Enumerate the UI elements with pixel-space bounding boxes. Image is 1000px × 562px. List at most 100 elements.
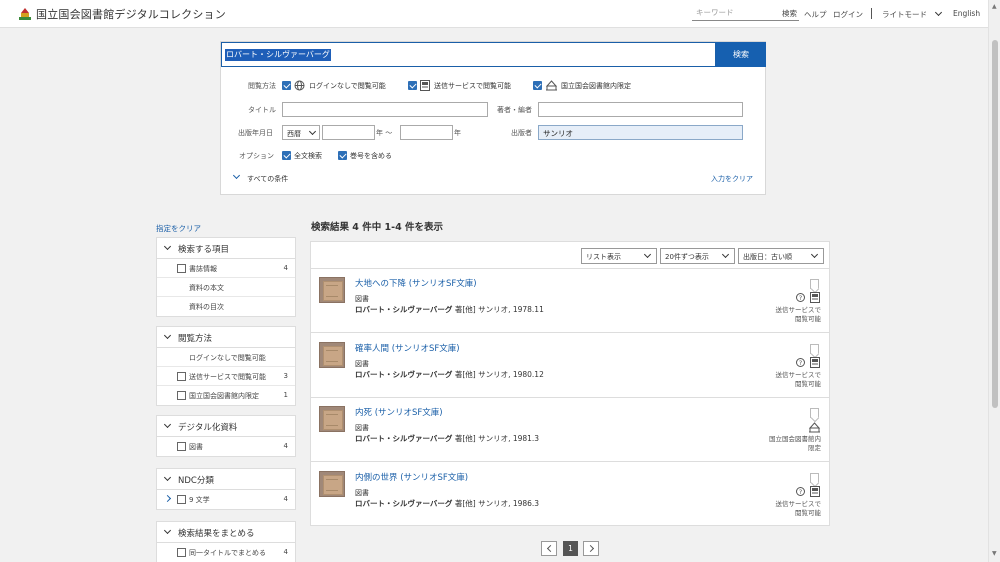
library-building-icon xyxy=(808,422,821,433)
result-thumbnail[interactable] xyxy=(319,277,345,303)
filter-checkbox[interactable] xyxy=(177,548,186,557)
filter-group-header[interactable]: NDC分類 xyxy=(157,469,295,490)
login-link[interactable]: ログイン xyxy=(833,9,863,20)
filter-row[interactable]: 資料の目次 xyxy=(157,297,295,316)
help-circle-icon[interactable]: ? xyxy=(796,358,805,367)
search-query-text: ロバート・シルヴァーバーグ xyxy=(225,49,331,61)
search-query-input[interactable]: ロバート・シルヴァーバーグ xyxy=(221,42,716,67)
availability-line: 送信サービスで xyxy=(775,500,822,508)
filter-label: 同一タイトルでまとめる xyxy=(189,549,266,557)
scroll-up-arrow-icon[interactable]: ▲ xyxy=(992,3,997,10)
prev-page-button[interactable] xyxy=(541,541,557,556)
filter-count: 4 xyxy=(283,442,288,450)
all-conditions-toggle[interactable]: すべての条件 xyxy=(247,174,288,184)
light-mode-toggle[interactable]: ライトモード xyxy=(882,9,927,20)
filter-checkbox[interactable] xyxy=(177,495,186,504)
result-title-link[interactable]: 内側の世界 (サンリオSF文庫) xyxy=(355,471,468,483)
page-scrollbar[interactable]: ▲ ▼ xyxy=(988,0,1000,562)
filter-count: 4 xyxy=(283,495,288,503)
per-page-select[interactable]: 20件ずつ表示 xyxy=(660,248,735,264)
filter-row[interactable]: ログインなしで閲覧可能 xyxy=(157,348,295,367)
chevron-down-icon xyxy=(721,250,730,259)
chevron-right-icon[interactable] xyxy=(163,494,172,503)
bookmark-icon[interactable] xyxy=(810,473,819,483)
filter-row[interactable]: 9 文学 4 xyxy=(157,490,295,509)
fulltext-checkbox[interactable] xyxy=(282,151,291,160)
access-login-free-checkbox[interactable] xyxy=(282,81,291,90)
filter-group-header[interactable]: 閲覧方法 xyxy=(157,327,295,348)
header-divider xyxy=(871,8,872,19)
help-circle-icon[interactable]: ? xyxy=(796,487,805,496)
filter-row[interactable]: 国立国会図書館内限定 1 xyxy=(157,386,295,405)
english-link[interactable]: English xyxy=(953,9,980,18)
site-logo[interactable]: 国立国会図書館デジタルコレクション xyxy=(18,6,226,22)
year-from-input[interactable] xyxy=(322,125,375,140)
clear-input-link[interactable]: 入力をクリア xyxy=(711,174,753,184)
result-title-link[interactable]: 確率人間 (サンリオSF文庫) xyxy=(355,342,460,354)
era-select-value: 西暦 xyxy=(287,130,301,138)
chevron-down-icon[interactable] xyxy=(232,171,241,180)
sort-value: 出版日：古い順 xyxy=(743,253,792,261)
chevron-down-icon[interactable] xyxy=(934,8,943,17)
bookmark-icon[interactable] xyxy=(810,408,819,418)
document-icon xyxy=(810,486,820,497)
fulltext-label: 全文検索 xyxy=(294,152,322,160)
filter-group-header[interactable]: デジタル化資料 xyxy=(157,416,295,437)
search-button[interactable]: 検索 xyxy=(716,42,766,67)
filter-row[interactable]: 資料の本文 xyxy=(157,278,295,297)
include-volumes-checkbox[interactable] xyxy=(338,151,347,160)
help-link[interactable]: ヘルプ xyxy=(804,9,827,20)
author-input[interactable] xyxy=(538,102,743,117)
publisher-input[interactable]: サンリオ xyxy=(538,125,743,140)
help-circle-icon[interactable]: ? xyxy=(796,293,805,302)
scrollbar-thumb[interactable] xyxy=(992,40,998,408)
filter-row[interactable]: 書誌情報 4 xyxy=(157,259,295,278)
result-thumbnail[interactable] xyxy=(319,406,345,432)
availability-text: 国立国会図書館内 限定 xyxy=(769,435,821,453)
header-search-input[interactable] xyxy=(692,6,772,17)
era-select[interactable]: 西暦 xyxy=(282,125,320,140)
availability-text: 送信サービスで 閲覧可能 xyxy=(776,306,822,324)
filter-checkbox[interactable] xyxy=(177,391,186,400)
result-type: 図書 xyxy=(355,295,369,303)
filter-label: 書誌情報 xyxy=(189,265,217,273)
access-library-only-checkbox[interactable] xyxy=(533,81,542,90)
result-type: 図書 xyxy=(355,424,369,432)
filter-row[interactable]: 図書 4 xyxy=(157,437,295,456)
filter-row[interactable]: 送信サービスで閲覧可能 3 xyxy=(157,367,295,386)
current-page[interactable]: 1 xyxy=(563,541,578,556)
view-mode-select[interactable]: リスト表示 xyxy=(581,248,657,264)
view-mode-value: リスト表示 xyxy=(586,253,621,261)
filter-group-header[interactable]: 検索結果をまとめる xyxy=(157,522,295,543)
title-input[interactable] xyxy=(282,102,488,117)
bookmark-icon[interactable] xyxy=(810,279,819,289)
filter-checkbox[interactable] xyxy=(177,442,186,451)
scroll-down-arrow-icon[interactable]: ▼ xyxy=(992,550,997,557)
filter-label: 9 文学 xyxy=(189,496,210,504)
filter-group-header[interactable]: 検索する項目 xyxy=(157,238,295,259)
availability-text: 送信サービスで 閲覧可能 xyxy=(776,371,822,389)
header-search-button[interactable]: 検索 xyxy=(782,8,797,19)
filter-group-ndc: NDC分類 9 文学 4 xyxy=(156,468,296,510)
year-to-input[interactable] xyxy=(400,125,453,140)
bookmark-icon[interactable] xyxy=(810,344,819,354)
filter-label: ログインなしで閲覧可能 xyxy=(189,354,266,362)
result-item: 大地への下降 (サンリオSF文庫) 図書 ロバート・シルヴァーバーグ 著[他] … xyxy=(311,269,829,333)
next-page-button[interactable] xyxy=(583,541,599,556)
filter-row[interactable]: 同一タイトルでまとめる 4 xyxy=(157,543,295,562)
result-title-link[interactable]: 内死 (サンリオSF文庫) xyxy=(355,406,443,418)
clear-filters-link[interactable]: 指定をクリア xyxy=(156,223,201,234)
result-thumbnail[interactable] xyxy=(319,342,345,368)
result-item: 確率人間 (サンリオSF文庫) 図書 ロバート・シルヴァーバーグ 著[他] サン… xyxy=(311,334,829,398)
filter-checkbox[interactable] xyxy=(177,372,186,381)
sort-select[interactable]: 出版日：古い順 xyxy=(738,248,824,264)
filter-checkbox[interactable] xyxy=(177,264,186,273)
result-title-link[interactable]: 大地への下降 (サンリオSF文庫) xyxy=(355,277,477,289)
result-thumbnail[interactable] xyxy=(319,471,345,497)
chevron-down-icon xyxy=(163,331,172,340)
result-author: ロバート・シルヴァーバーグ xyxy=(355,434,453,443)
header-bar: 国立国会図書館デジタルコレクション 検索 ヘルプ ログイン ライトモード Eng… xyxy=(0,0,988,28)
publication-date-label: 出版年月日 xyxy=(238,129,273,137)
availability-line: 閲覧可能 xyxy=(795,315,821,323)
access-transmission-checkbox[interactable] xyxy=(408,81,417,90)
